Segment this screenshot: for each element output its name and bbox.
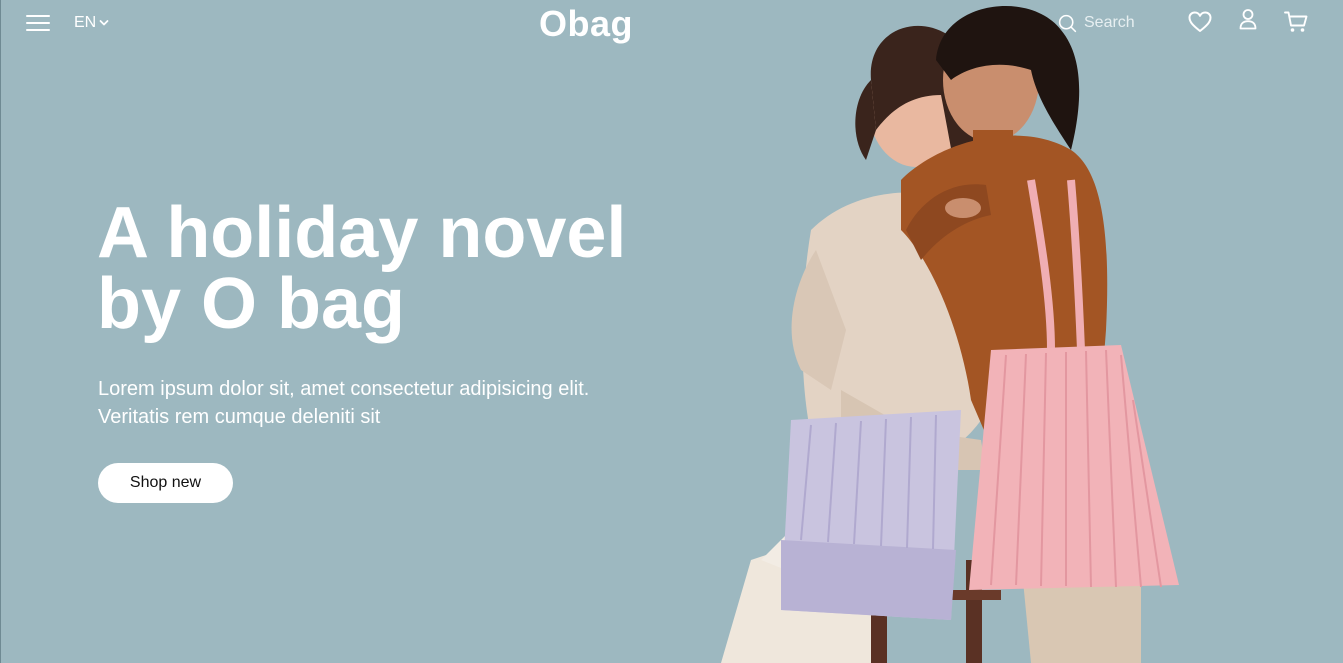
site-logo[interactable]: Obag <box>539 3 633 45</box>
chevron-down-icon <box>99 20 109 26</box>
account-button[interactable] <box>1235 7 1261 33</box>
hero-title-line-1: A holiday novel <box>97 193 627 273</box>
language-label: EN <box>74 14 97 31</box>
cart-icon <box>1284 11 1308 32</box>
hero-description: Lorem ipsum dolor sit, amet consectetur … <box>98 375 658 431</box>
lavender-bag <box>781 410 961 620</box>
hero-title: A holiday novel by O bag <box>97 193 697 344</box>
hamburger-menu-icon[interactable] <box>26 13 50 33</box>
hero-title-line-2: by O bag <box>97 264 406 344</box>
cart-button[interactable] <box>1283 9 1309 35</box>
hero-description-line-1: Lorem ipsum dolor sit, amet consectetur … <box>98 378 590 400</box>
language-selector[interactable]: EN <box>74 14 109 32</box>
page-frame: EN Obag Search A holiday novel by O bag … <box>0 0 1343 663</box>
hero-description-line-2: Veritatis rem cumque deleniti sit <box>98 406 381 428</box>
shop-new-button[interactable]: Shop new <box>98 463 233 503</box>
user-icon <box>1239 9 1257 30</box>
hero-model-photo <box>721 5 1179 663</box>
